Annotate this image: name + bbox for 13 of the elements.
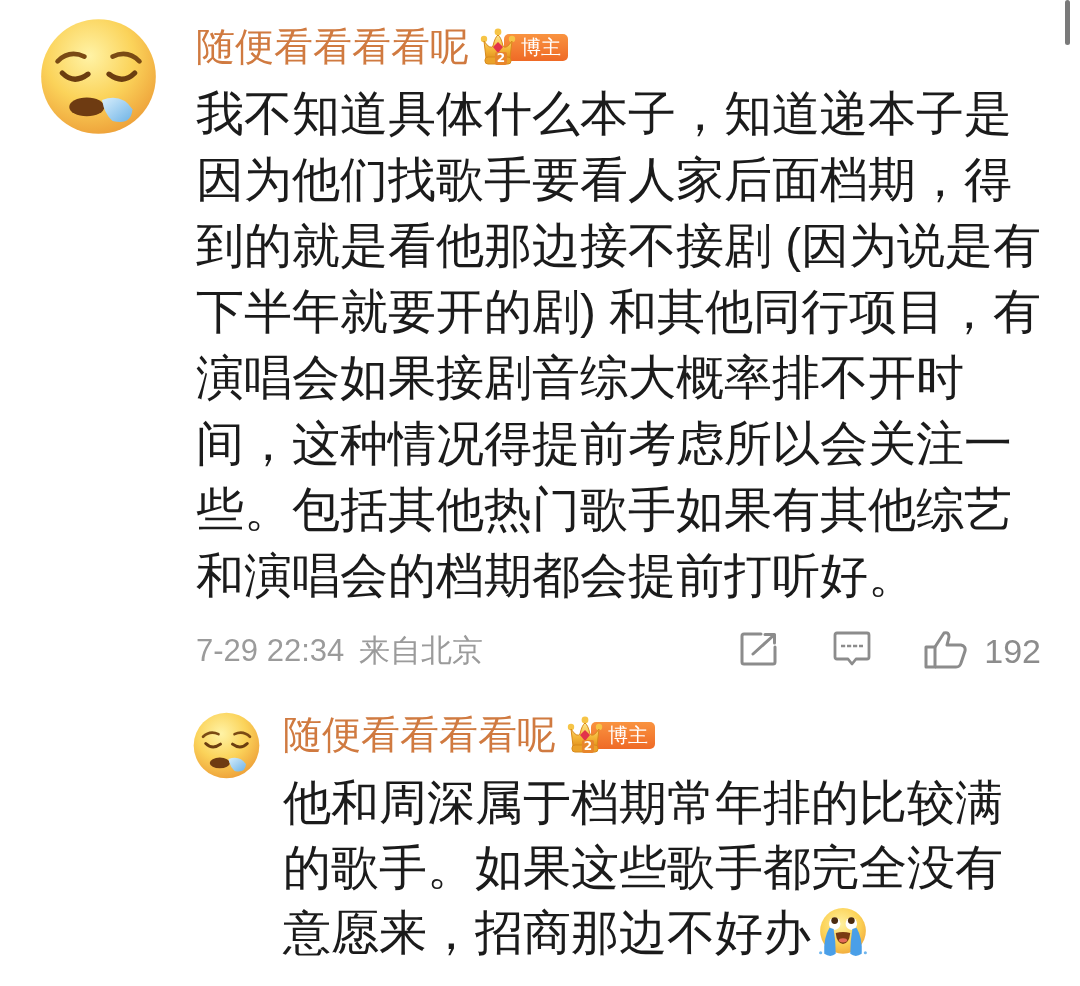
crying-face-icon	[817, 906, 869, 958]
timestamp: 7-29 22:34	[196, 633, 345, 669]
comment-icon[interactable]	[833, 631, 872, 667]
like-count: 192	[984, 631, 1041, 671]
username[interactable]: 随便看看看看呢	[283, 710, 556, 760]
comment-text: 我不知道具体什么本子，知道递本子是因为他们找歌手要看人家后面档期，得到的就是看他那边接不接剧 (因为说是有下半年就要开的剧) 和其他同行项目，有演唱会如果接剧音综大概率排不开时间，这种情况得提前考虑所以会关注一些。包括其他热门歌手如果有其他综艺和演唱会的档期都会提前打听好。	[196, 86, 1041, 604]
location-text: 来自北京	[359, 632, 484, 670]
username[interactable]: 随便看看看看呢	[196, 22, 469, 72]
share-icon[interactable]	[740, 632, 778, 666]
scrollbar-thumb[interactable]	[1065, 0, 1070, 45]
sleepy-face-avatar	[193, 712, 260, 779]
reply-text: 他和周深属于档期常年排的比较满的歌手。如果这些歌手都完全没有意愿来，招商那边不好办	[283, 775, 1004, 961]
thumbs-up-icon[interactable]	[924, 629, 968, 669]
